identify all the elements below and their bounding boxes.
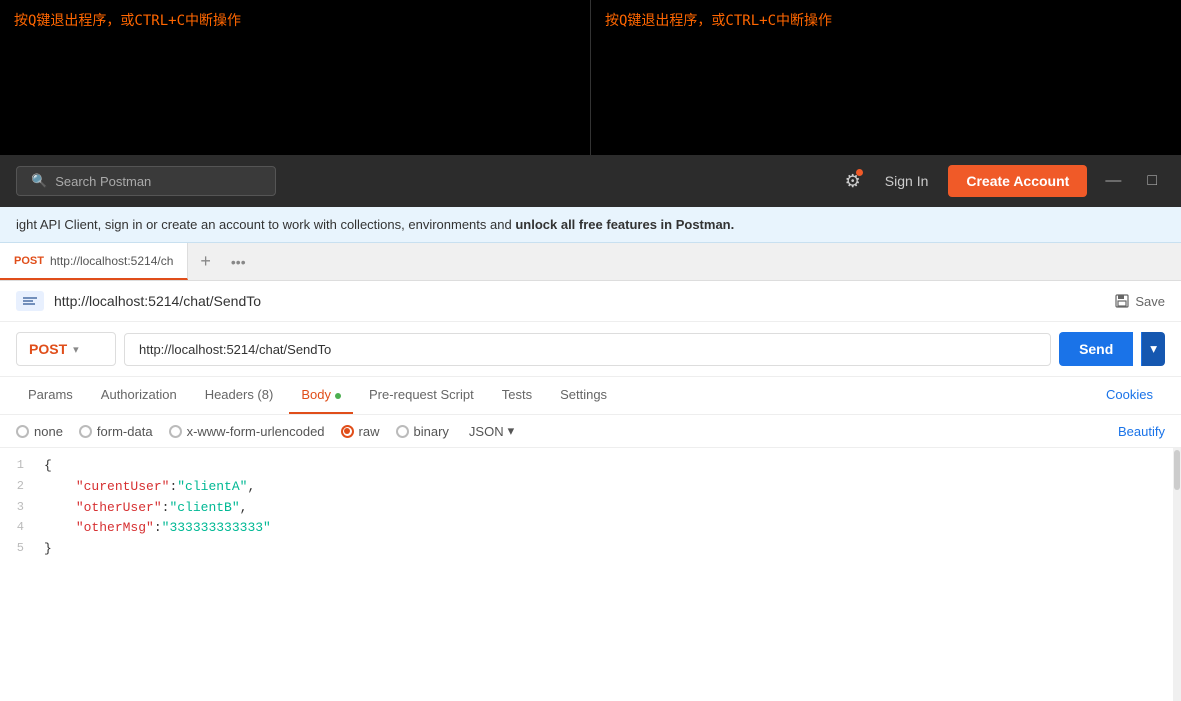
- method-chevron-icon: ▾: [73, 343, 79, 356]
- radio-raw: [341, 425, 354, 438]
- code-key-1: "curentUser": [76, 479, 170, 494]
- tab-body-label: Body: [301, 387, 331, 402]
- request-title-url: http://localhost:5214/chat/SendTo: [54, 293, 261, 309]
- send-button[interactable]: Send: [1059, 332, 1133, 366]
- option-form-data[interactable]: form-data: [79, 424, 153, 439]
- settings-button[interactable]: ⚙: [841, 167, 865, 196]
- tab-method: POST: [14, 255, 44, 267]
- banner-text-bold: unlock all free features in Postman.: [515, 217, 734, 232]
- request-area: http://localhost:5214/chat/SendTo Save P…: [0, 281, 1181, 701]
- urlencoded-label: x-www-form-urlencoded: [187, 424, 325, 439]
- option-raw[interactable]: raw: [341, 424, 380, 439]
- radio-urlencoded: [169, 425, 182, 438]
- radio-none: [16, 425, 29, 438]
- option-binary[interactable]: binary: [396, 424, 449, 439]
- promo-banner: ight API Client, sign in or create an ac…: [0, 207, 1181, 243]
- header-right: ⚙ Sign In Create Account — □: [841, 165, 1165, 197]
- more-tabs-button[interactable]: •••: [223, 243, 254, 280]
- code-line-3: 3 "otherUser":"clientB",: [0, 498, 1181, 519]
- code-line-5: 5 }: [0, 539, 1181, 560]
- terminal-pane-left: 按Q键退出程序，或CTRL+C中断操作: [0, 0, 591, 155]
- create-account-button[interactable]: Create Account: [948, 165, 1087, 197]
- line-content-1: {: [40, 456, 1181, 477]
- maximize-button[interactable]: □: [1139, 168, 1165, 194]
- tab-headers[interactable]: Headers (8): [193, 377, 286, 414]
- code-line-1: 1 {: [0, 456, 1181, 477]
- cookies-link[interactable]: Cookies: [1094, 377, 1165, 414]
- tab-authorization[interactable]: Authorization: [89, 377, 189, 414]
- line-content-5: }: [40, 539, 1181, 560]
- header-bar: 🔍 Search Postman ⚙ Sign In Create Accoun…: [0, 155, 1181, 207]
- method-label: POST: [29, 341, 67, 357]
- save-label: Save: [1135, 294, 1165, 309]
- line-number-1: 1: [0, 456, 40, 475]
- option-urlencoded[interactable]: x-www-form-urlencoded: [169, 424, 325, 439]
- terminal-pane-right: 按Q键退出程序，或CTRL+C中断操作: [591, 0, 1181, 155]
- send-dropdown-button[interactable]: ▾: [1141, 332, 1165, 366]
- raw-label: raw: [359, 424, 380, 439]
- line-content-4: "otherMsg":"333333333333": [40, 518, 1181, 539]
- line-number-4: 4: [0, 518, 40, 537]
- save-icon: [1115, 294, 1129, 308]
- banner-text-prefix: ight API Client, sign in or create an ac…: [16, 217, 515, 232]
- terminal-text-right: 按Q键退出程序，或CTRL+C中断操作: [605, 13, 832, 29]
- cookies-label: Cookies: [1106, 387, 1153, 402]
- save-button[interactable]: Save: [1115, 294, 1165, 309]
- line-number-3: 3: [0, 498, 40, 517]
- url-bar: POST ▾ Send ▾: [0, 322, 1181, 377]
- format-dropdown[interactable]: JSON ▾: [469, 423, 514, 439]
- line-content-2: "curentUser":"clientA",: [40, 477, 1181, 498]
- format-chevron-icon: ▾: [508, 423, 515, 439]
- beautify-button[interactable]: Beautify: [1118, 424, 1165, 439]
- terminal-area: 按Q键退出程序，或CTRL+C中断操作 按Q键退出程序，或CTRL+C中断操作: [0, 0, 1181, 155]
- request-title-row: http://localhost:5214/chat/SendTo Save: [0, 281, 1181, 322]
- tab-bar: POST http://localhost:5214/ch + •••: [0, 243, 1181, 281]
- tab-url: http://localhost:5214/ch: [50, 254, 173, 268]
- signin-button[interactable]: Sign In: [875, 167, 939, 195]
- search-icon: 🔍: [31, 173, 47, 189]
- minimize-button[interactable]: —: [1097, 168, 1129, 194]
- radio-binary: [396, 425, 409, 438]
- notification-dot: [856, 169, 863, 176]
- scrollbar-thumb: [1174, 450, 1180, 490]
- add-tab-button[interactable]: +: [188, 243, 223, 280]
- request-tabs: Params Authorization Headers (8) Body Pr…: [0, 377, 1181, 415]
- code-val-3: "333333333333": [162, 520, 271, 535]
- line-number-2: 2: [0, 477, 40, 496]
- request-title-left: http://localhost:5214/chat/SendTo: [16, 291, 261, 311]
- line-content-3: "otherUser":"clientB",: [40, 498, 1181, 519]
- radio-form-data: [79, 425, 92, 438]
- tab-settings[interactable]: Settings: [548, 377, 619, 414]
- send-chevron-icon: ▾: [1150, 341, 1157, 356]
- body-active-dot: [335, 393, 341, 399]
- request-type-icon: [16, 291, 44, 311]
- none-label: none: [34, 424, 63, 439]
- body-options: none form-data x-www-form-urlencoded raw…: [0, 415, 1181, 448]
- code-val-1: "clientA": [177, 479, 247, 494]
- tab-params[interactable]: Params: [16, 377, 85, 414]
- json-label: JSON: [469, 424, 504, 439]
- code-editor[interactable]: 1 { 2 "curentUser":"clientA", 3 "otherUs…: [0, 448, 1181, 701]
- code-val-2: "clientB": [169, 500, 239, 515]
- search-placeholder: Search Postman: [55, 174, 151, 189]
- request-tab[interactable]: POST http://localhost:5214/ch: [0, 243, 188, 280]
- url-input[interactable]: [124, 333, 1051, 366]
- option-none[interactable]: none: [16, 424, 63, 439]
- line-number-5: 5: [0, 539, 40, 558]
- header-left: 🔍 Search Postman: [16, 166, 829, 196]
- terminal-text-left: 按Q键退出程序，或CTRL+C中断操作: [14, 13, 241, 29]
- vertical-scrollbar[interactable]: [1173, 448, 1181, 701]
- code-line-4: 4 "otherMsg":"333333333333": [0, 518, 1181, 539]
- binary-label: binary: [414, 424, 449, 439]
- tab-pre-request-script[interactable]: Pre-request Script: [357, 377, 486, 414]
- search-box[interactable]: 🔍 Search Postman: [16, 166, 276, 196]
- tab-body[interactable]: Body: [289, 377, 353, 414]
- code-key-3: "otherMsg": [76, 520, 154, 535]
- method-dropdown[interactable]: POST ▾: [16, 332, 116, 366]
- postman-window: 🔍 Search Postman ⚙ Sign In Create Accoun…: [0, 155, 1181, 701]
- tab-tests[interactable]: Tests: [490, 377, 544, 414]
- form-data-label: form-data: [97, 424, 153, 439]
- code-line-2: 2 "curentUser":"clientA",: [0, 477, 1181, 498]
- code-key-2: "otherUser": [76, 500, 162, 515]
